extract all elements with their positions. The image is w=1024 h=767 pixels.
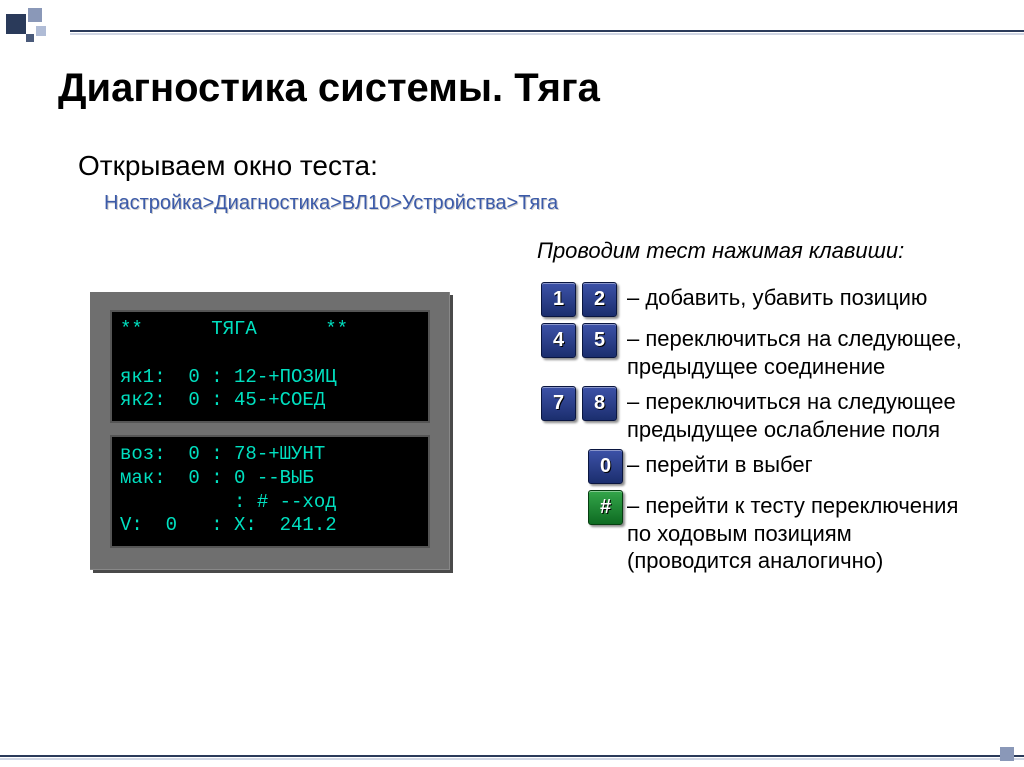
key-cell: 78 — [541, 386, 627, 421]
key-description: – перейти в выбег — [627, 449, 813, 479]
keycap-0[interactable]: 0 — [588, 449, 623, 484]
breadcrumb: Настройка>Диагностика>ВЛ10>Устройства>Тя… — [104, 192, 558, 215]
bottom-corner-square — [1000, 747, 1014, 761]
keycap-8[interactable]: 8 — [582, 386, 617, 421]
page-title: Диагностика системы. Тяга — [58, 66, 600, 111]
key-row: 12– добавить, убавить позицию — [541, 282, 971, 317]
bottom-rule — [0, 755, 1024, 757]
bottom-rule-shadow — [0, 758, 1024, 760]
key-row: #– перейти к тесту переключения по ходов… — [541, 490, 971, 575]
key-description: – добавить, убавить позицию — [627, 282, 927, 312]
keycap-1[interactable]: 1 — [541, 282, 576, 317]
key-cell: 0 — [541, 449, 627, 484]
top-rule-shadow — [70, 33, 1024, 35]
key-row: 0– перейти в выбег — [541, 449, 971, 484]
key-cell: # — [541, 490, 627, 525]
slide-corner-decoration — [6, 6, 66, 66]
instruction-text: Проводим тест нажимая клавиши: — [537, 238, 904, 264]
key-instructions: 12– добавить, убавить позицию45– переклю… — [541, 282, 971, 581]
key-description: – переключиться на следующее, предыдущее… — [627, 323, 971, 380]
lcd-screen-bottom: воз: 0 : 78-+ШУНТ мак: 0 : 0 --ВЫБ : # -… — [110, 435, 430, 548]
keycap-5[interactable]: 5 — [582, 323, 617, 358]
device-panel: ** ТЯГА ** як1: 0 : 12-+ПОЗИЦ як2: 0 : 4… — [90, 292, 450, 570]
key-row: 45– переключиться на следующее, предыдущ… — [541, 323, 971, 380]
key-row: 78– переключиться на следующее предыдуще… — [541, 386, 971, 443]
key-cell: 12 — [541, 282, 627, 317]
keycap-4[interactable]: 4 — [541, 323, 576, 358]
keycap-7[interactable]: 7 — [541, 386, 576, 421]
key-cell: 45 — [541, 323, 627, 358]
subtitle: Открываем окно теста: — [78, 150, 378, 182]
key-description: – переключиться на следующее предыдущее … — [627, 386, 971, 443]
top-rule — [70, 30, 1024, 32]
keycap-#[interactable]: # — [588, 490, 623, 525]
lcd-screen-top: ** ТЯГА ** як1: 0 : 12-+ПОЗИЦ як2: 0 : 4… — [110, 310, 430, 423]
key-description: – перейти к тесту переключения по ходовы… — [627, 490, 971, 575]
keycap-2[interactable]: 2 — [582, 282, 617, 317]
